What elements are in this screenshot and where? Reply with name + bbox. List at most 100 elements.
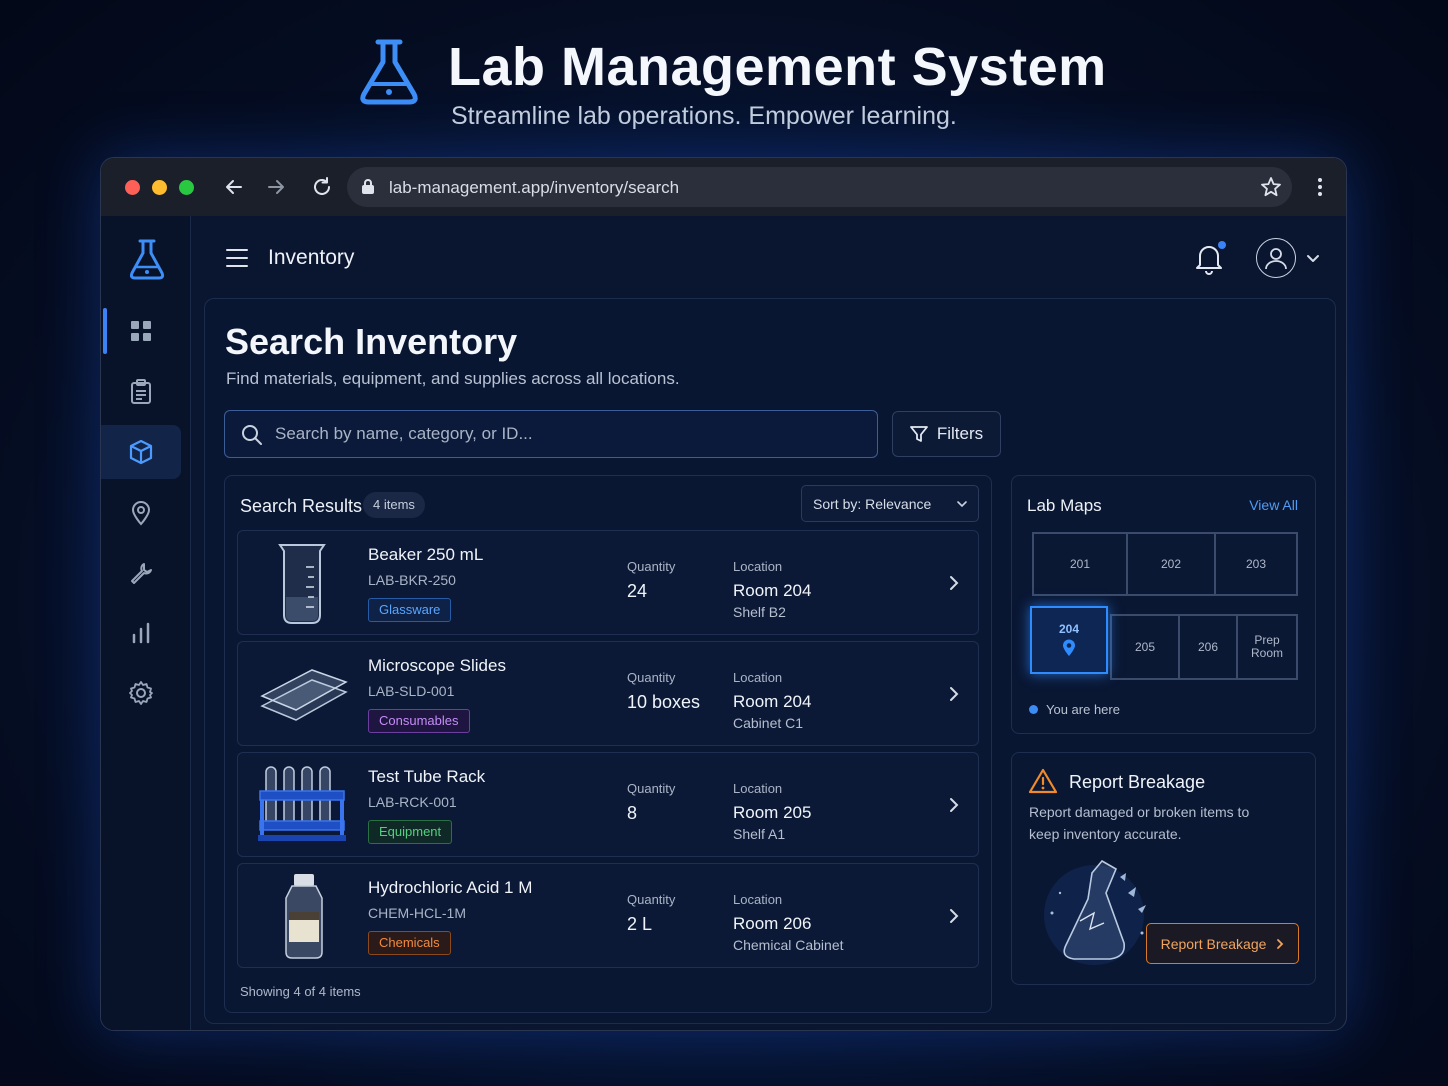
category-tag: Equipment	[368, 820, 453, 844]
item-name: Test Tube Rack	[368, 767, 486, 786]
reload-button[interactable]	[309, 174, 335, 200]
location-spot: Cabinet C1	[733, 715, 804, 731]
quantity-value: 2 L	[627, 914, 653, 934]
address-bar[interactable]: lab-management.app/inventory/search	[347, 167, 1292, 207]
room-204-current[interactable]: 204	[1030, 606, 1108, 674]
room-202[interactable]: 202	[1126, 532, 1216, 596]
search-icon	[242, 425, 262, 445]
close-window-button[interactable]	[125, 180, 140, 195]
star-icon[interactable]	[1260, 176, 1282, 198]
app-header: Inventory	[191, 216, 1346, 298]
results-title: Search Results	[240, 496, 363, 516]
sidebar-item-maintenance[interactable]	[101, 546, 181, 600]
item-id: LAB-BKR-250	[368, 572, 456, 588]
map-pin-icon	[1063, 639, 1075, 656]
search-box[interactable]	[224, 410, 878, 458]
lab-maps-title: Lab Maps	[1027, 496, 1102, 515]
chevron-right-icon[interactable]	[948, 686, 960, 702]
warning-icon	[1028, 768, 1058, 794]
wrench-icon	[131, 563, 152, 584]
location-dot	[1029, 705, 1038, 714]
maximize-window-button[interactable]	[179, 180, 194, 195]
category-tag: Glassware	[368, 598, 452, 622]
flask-logo-icon[interactable]	[127, 238, 167, 282]
breakage-title: Report Breakage	[1069, 772, 1206, 792]
room-205[interactable]: 205	[1110, 614, 1180, 680]
sidebar-item-dashboard[interactable]	[101, 304, 181, 358]
report-breakage-label: Report Breakage	[1160, 935, 1267, 952]
search-input[interactable]	[275, 411, 865, 457]
user-avatar-button[interactable]	[1256, 238, 1296, 278]
chevron-down-icon[interactable]	[1306, 251, 1320, 265]
chevron-right-icon[interactable]	[948, 908, 960, 924]
forward-button[interactable]	[263, 174, 289, 200]
category-tag: Consumables	[368, 709, 470, 733]
location-room: Room 204	[733, 581, 812, 600]
item-id: LAB-SLD-001	[368, 683, 455, 699]
result-row[interactable]: Microscope Slides LAB-SLD-001 Consumable…	[237, 641, 979, 746]
location-label: Location	[733, 892, 783, 907]
room-prep[interactable]: Prep Room	[1236, 614, 1298, 680]
chevron-right-icon[interactable]	[948, 797, 960, 813]
quantity-label: Quantity	[627, 892, 676, 907]
arrow-left-icon	[226, 180, 242, 194]
chevron-down-icon	[957, 501, 967, 508]
sort-label: Sort by: Relevance	[813, 496, 932, 512]
result-row[interactable]: Hydrochloric Acid 1 M CHEM-HCL-1M Chemic…	[237, 863, 979, 968]
results-count-badge: 4 items	[363, 492, 425, 518]
clipboard-icon	[131, 379, 151, 404]
broken-flask-image	[1044, 859, 1146, 965]
result-row[interactable]: Beaker 250 mL LAB-BKR-250 Glassware Quan…	[237, 530, 979, 635]
view-all-link[interactable]: View All	[1249, 497, 1298, 513]
location-label: Location	[733, 559, 783, 574]
location-label: Location	[733, 781, 783, 796]
report-breakage-button[interactable]: Report Breakage	[1146, 923, 1299, 964]
sidebar-item-locations[interactable]	[101, 486, 181, 540]
notifications-button[interactable]	[1194, 241, 1226, 275]
arrow-right-icon	[268, 180, 284, 194]
filter-icon	[909, 426, 928, 442]
filters-button[interactable]: Filters	[892, 411, 1001, 457]
room-203[interactable]: 203	[1214, 532, 1298, 596]
sidebar-item-tasks[interactable]	[101, 365, 181, 419]
flask-logo-icon	[360, 39, 418, 105]
sort-dropdown[interactable]: Sort by: Relevance	[801, 485, 979, 522]
location-spot: Chemical Cabinet	[733, 937, 844, 953]
hero-title: Lab Management System	[448, 37, 1107, 97]
results-footer: Showing 4 of 4 items	[240, 984, 361, 999]
chevron-right-icon	[1277, 938, 1284, 949]
minimize-window-button[interactable]	[152, 180, 167, 195]
floor-plan: 201 202 203 205 206 Prep Room 204	[1030, 532, 1298, 682]
room-206[interactable]: 206	[1178, 614, 1238, 680]
quantity-label: Quantity	[627, 670, 676, 685]
lab-maps-panel: Lab Maps View All 201 202 203 205 206 Pr…	[1011, 475, 1316, 734]
quantity-label: Quantity	[627, 559, 676, 574]
location-label: Location	[733, 670, 783, 685]
browser-menu-button[interactable]	[1310, 174, 1330, 200]
result-row[interactable]: Test Tube Rack LAB-RCK-001 Equipment Qua…	[237, 752, 979, 857]
app-header-title: Inventory	[268, 246, 355, 269]
back-button[interactable]	[221, 174, 247, 200]
microscope-slides-image	[260, 669, 348, 721]
lock-icon	[362, 179, 374, 194]
sidebar-item-inventory[interactable]	[101, 425, 181, 479]
quantity-label: Quantity	[627, 781, 676, 796]
sidebar	[101, 216, 191, 1030]
quantity-value: 24	[627, 581, 648, 601]
hero: Lab Management System Streamline lab ope…	[0, 30, 1448, 140]
main-content: Search Inventory Find materials, equipme…	[204, 298, 1336, 1024]
chevron-right-icon[interactable]	[948, 575, 960, 591]
test-tube-rack-image	[258, 766, 346, 841]
report-breakage-panel: Report Breakage Report damaged or broken…	[1011, 752, 1316, 985]
gear-icon	[129, 681, 153, 705]
location-room: Room 204	[733, 692, 812, 711]
sidebar-item-reports[interactable]	[101, 606, 181, 660]
menu-icon[interactable]	[225, 246, 249, 270]
url-text: lab-management.app/inventory/search	[389, 178, 680, 197]
location-spot: Shelf A1	[733, 826, 786, 842]
room-201[interactable]: 201	[1032, 532, 1128, 596]
sidebar-item-settings[interactable]	[101, 666, 181, 720]
location-room: Room 206	[733, 914, 812, 933]
quantity-value: 10 boxes	[627, 692, 701, 712]
filters-label: Filters	[936, 424, 984, 443]
